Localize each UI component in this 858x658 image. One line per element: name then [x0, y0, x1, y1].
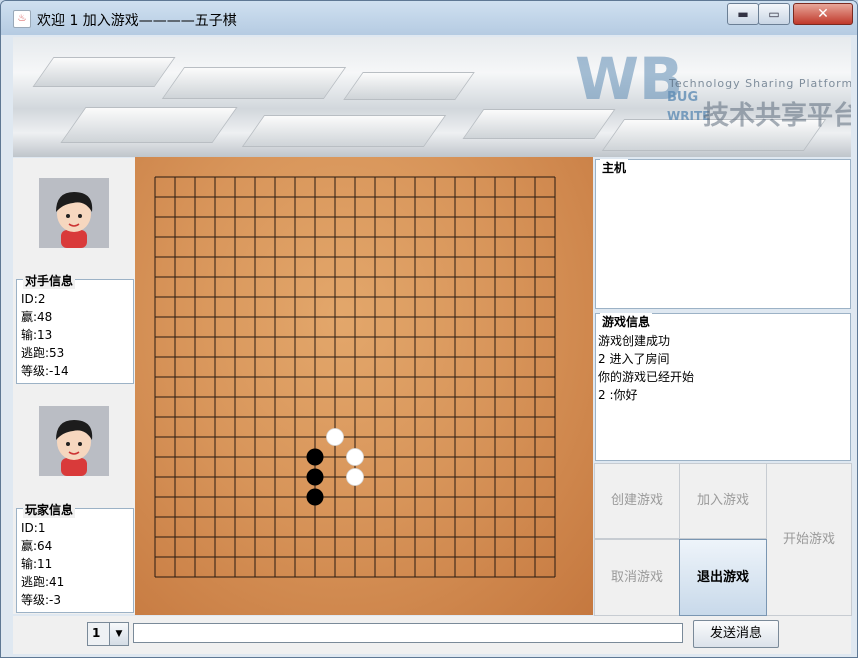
opponent-info-panel: 对手信息 ID:2 赢:48 输:13 逃跑:53 等级:-14 [16, 272, 134, 384]
black-stone [306, 448, 324, 466]
game-info-panel: 游戏信息 游戏创建成功 2 进入了房间 你的游戏已经开始 2 :你好 [595, 313, 851, 461]
recipient-select-value: 1 [92, 626, 101, 640]
quit-game-button[interactable]: 退出游戏 [679, 539, 767, 616]
player-losses: 输:11 [21, 557, 53, 571]
gomoku-board[interactable] [135, 157, 593, 615]
create-game-button[interactable]: 创建游戏 [594, 463, 680, 539]
player-level: 等级:-3 [21, 593, 62, 607]
opponent-wins: 赢:48 [21, 310, 53, 324]
window-title: 欢迎 1 加入游戏————五子棋 [37, 13, 237, 29]
recipient-select[interactable]: 1 ▼ [87, 622, 129, 646]
boy-avatar-icon [39, 178, 109, 248]
chevron-down-icon[interactable]: ▼ [109, 623, 128, 645]
game-message: 你的游戏已经开始 [598, 370, 695, 384]
start-game-button[interactable]: 开始游戏 [766, 463, 852, 616]
chat-bar: 1 ▼ 发送消息 [13, 616, 851, 654]
black-stone [306, 488, 324, 506]
players-pane: 对手信息 ID:2 赢:48 输:13 逃跑:53 等级:-14 玩家信息 ID… [13, 158, 135, 614]
opponent-avatar [39, 178, 109, 248]
game-window: ♨ 欢迎 1 加入游戏————五子棋 ▬ ▭ ✕ WB Technology S… [0, 0, 858, 658]
title-bar: ♨ 欢迎 1 加入游戏————五子棋 ▬ ▭ ✕ [1, 1, 857, 35]
join-game-button[interactable]: 加入游戏 [679, 463, 767, 539]
game-info-title: 游戏信息 [600, 313, 653, 330]
opponent-id: ID:2 [21, 292, 46, 306]
header-banner: WB Technology Sharing Platform BUG WRITE… [13, 37, 851, 157]
game-message: 2 :你好 [598, 388, 638, 402]
watermark-bug: BUG [667, 90, 699, 105]
send-message-button[interactable]: 发送消息 [693, 620, 779, 648]
game-controls: 创建游戏 加入游戏 开始游戏 取消游戏 退出游戏 [594, 463, 852, 616]
white-stone [326, 428, 344, 446]
opponent-info-title: 对手信息 [23, 272, 76, 289]
white-stone [346, 448, 364, 466]
watermark-cn: 技术共享平台 [703, 101, 851, 131]
game-message: 游戏创建成功 [598, 334, 671, 348]
close-button[interactable]: ✕ [793, 3, 853, 25]
opponent-escapes: 逃跑:53 [21, 346, 65, 360]
player-escapes: 逃跑:41 [21, 575, 65, 589]
minimize-button[interactable]: ▬ [727, 3, 759, 25]
game-message: 2 进入了房间 [598, 352, 670, 366]
opponent-level: 等级:-14 [21, 364, 69, 378]
player-wins: 赢:64 [21, 539, 53, 553]
board-grid[interactable] [135, 157, 593, 615]
player-info-panel: 玩家信息 ID:1 赢:64 输:11 逃跑:41 等级:-3 [16, 501, 134, 613]
cancel-game-button[interactable]: 取消游戏 [594, 539, 680, 616]
java-icon: ♨ [13, 10, 31, 28]
watermark-tagline: Technology Sharing Platform [669, 77, 851, 90]
maximize-button[interactable]: ▭ [758, 3, 790, 25]
boy-avatar-icon [39, 406, 109, 476]
chat-input[interactable] [133, 623, 683, 643]
player-avatar [39, 406, 109, 476]
opponent-losses: 输:13 [21, 328, 53, 342]
black-stone [306, 468, 324, 486]
white-stone [346, 468, 364, 486]
host-panel: 主机 [595, 159, 851, 309]
host-panel-title: 主机 [600, 159, 629, 176]
player-info-title: 玩家信息 [23, 501, 76, 518]
player-id: ID:1 [21, 521, 46, 535]
